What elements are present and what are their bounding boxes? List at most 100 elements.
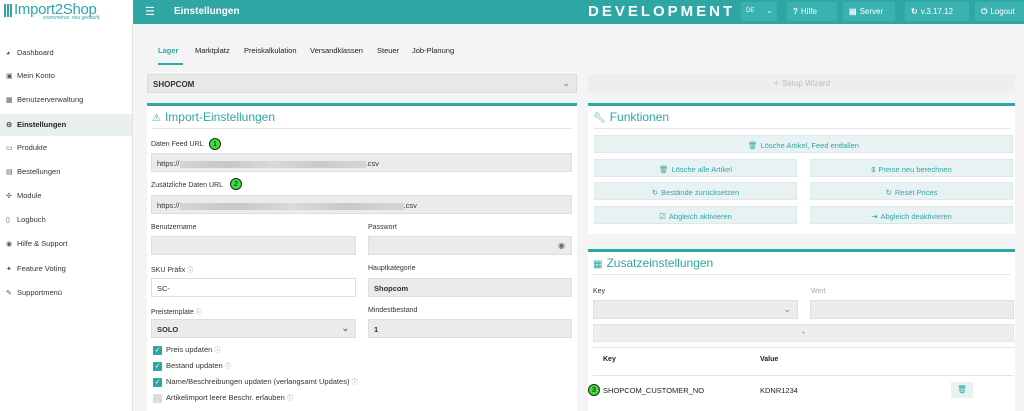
help-button[interactable]: ? Hilfe [787, 2, 837, 21]
feed-url-input[interactable]: https:// .csv [151, 153, 572, 172]
version-button[interactable]: ↻ v.3.17.12 [905, 2, 969, 21]
tab-lager[interactable]: Lager [158, 43, 183, 65]
checkbox-label: Name/Beschreibungen updaten (verlangsamt… [166, 377, 350, 386]
sidebar-item-mein-konto[interactable]: ▣ Mein Konto [0, 65, 132, 87]
activate-sync-button[interactable]: ☑ Abgleich aktivieren [594, 206, 797, 224]
sku-prefix-input[interactable]: SC- [151, 278, 356, 297]
server-label: Server [859, 7, 884, 16]
setup-wizard-button[interactable]: ✧ Setup Wizard [588, 74, 1015, 93]
username-input[interactable] [151, 236, 356, 255]
divider [593, 274, 1010, 275]
sidebar-item-dashboard[interactable]: ◕ Dashboard [0, 42, 132, 64]
main-category-input[interactable]: Shopcom [368, 278, 572, 297]
sidebar-item-bestellungen[interactable]: ▤ Bestellungen [0, 161, 132, 183]
button-label: Lösche Artikel, Feed entfallen [760, 141, 859, 150]
log-icon: ▯ [6, 217, 10, 224]
username-label: Benutzername [151, 224, 197, 231]
add-setting-button[interactable]: + [593, 324, 1014, 342]
annotation-marker-3: 3 [588, 384, 600, 396]
chevron-down-icon: ⌄ [783, 304, 791, 314]
delete-all-articles-button[interactable]: 🗑︎ Lösche alle Artikel [594, 159, 797, 177]
tab-preiskalkulation[interactable]: Preiskalkulation [244, 43, 297, 65]
trash-icon: 🗑︎ [659, 165, 669, 174]
info-icon: ⓘ [187, 268, 194, 274]
min-stock-input[interactable]: 1 [368, 319, 572, 338]
extra-url-input[interactable]: https:// .csv [151, 195, 572, 214]
page-title: Einstellungen [174, 6, 240, 17]
checkbox-unchecked-icon [153, 393, 162, 403]
trash-icon: 🗑︎ [748, 141, 758, 150]
shop-select[interactable]: SHOPCOM ⌄ [147, 74, 577, 93]
password-input[interactable]: ◉ [368, 236, 572, 255]
delete-row-button[interactable]: 🗑︎ [951, 382, 973, 398]
checkbox-label: Preis updaten [166, 345, 213, 354]
checkbox-label: Artikelimport leere Beschr. erlauben [166, 393, 285, 402]
logo-tagline: ecommerce. neu gedacht. [43, 15, 101, 21]
environment-label: DEVELOPMENT [588, 3, 736, 20]
checkbox-bestand-updaten[interactable]: ✓ Bestand updaten ⓘ [153, 361, 231, 371]
sidebar-item-label: Supportmenü [17, 288, 63, 297]
sidebar-item-logbuch[interactable]: ▯ Logbuch [0, 209, 132, 231]
sidebar-item-produkte[interactable]: ▭ Produkte [0, 137, 132, 159]
annotation-marker-2: 2 [230, 178, 242, 190]
price-template-select[interactable]: SOLO ⌄ [151, 319, 356, 338]
sidebar-item-label: Einstellungen [17, 120, 67, 129]
tab-job-planung[interactable]: Job-Planung [412, 43, 454, 65]
server-icon: ▤ [849, 7, 857, 16]
logout-button[interactable]: ⏻ Logout [975, 2, 1024, 21]
value-input[interactable] [810, 300, 1014, 319]
extra-settings-title: ▦ Zusatzeinstellungen [593, 256, 713, 270]
gear-icon: ⚙ [6, 122, 13, 129]
language-select[interactable]: DE ⌄ [741, 2, 777, 21]
extra-url-prefix: https:// [157, 201, 180, 210]
product-icon: ▭ [6, 145, 13, 152]
wrench-icon: ✎ [6, 290, 12, 297]
database-icon: ▦ [593, 259, 603, 270]
sidebar-item-hilfe-support[interactable]: ◉ Hilfe & Support [0, 233, 132, 255]
checkbox-preis-updaten[interactable]: ✓ Preis updaten ⓘ [153, 345, 220, 355]
tab-versandklassen[interactable]: Versandklassen [310, 43, 363, 65]
menu-toggle-icon[interactable]: ☰ [145, 5, 155, 18]
deactivate-sync-button[interactable]: ⇥ Abgleich deaktivieren [810, 206, 1013, 224]
check-square-icon: ☑ [659, 212, 666, 221]
server-button[interactable]: ▤ Server [843, 2, 895, 21]
info-icon: ⓘ [214, 348, 221, 354]
sidebar-item-feature-voting[interactable]: ✦ Feature Voting [0, 258, 132, 280]
checkbox-name-beschreibungen[interactable]: ✓ Name/Beschreibungen updaten (verlangsam… [153, 377, 358, 387]
checkbox-leere-beschreibung[interactable]: Artikelimport leere Beschr. erlauben ⓘ [153, 393, 293, 403]
main-category-label: Hauptkategorie [368, 265, 416, 272]
help-label: Hilfe [800, 7, 817, 16]
delete-feed-articles-button[interactable]: 🗑︎ Lösche Artikel, Feed entfallen [594, 135, 1013, 153]
key-select[interactable]: ⌄ [593, 300, 798, 319]
min-stock-label: Mindestbestand [368, 307, 418, 314]
sidebar-item-benutzerverwaltung[interactable]: ▦ Benutzerverwaltung [0, 89, 132, 111]
sku-label-text: SKU Präfix [151, 267, 186, 274]
sidebar-item-label: Feature Voting [17, 264, 66, 273]
table-header-value: Value [760, 356, 779, 363]
top-bar: Import2Shop ecommerce. neu gedacht. ☰ Ei… [0, 0, 1024, 24]
recalculate-prices-button[interactable]: $ Preise neu berechnen [810, 159, 1013, 177]
logout-label: Logout [990, 7, 1015, 16]
sidebar-item-supportmenu[interactable]: ✎ Supportmenü [0, 282, 132, 304]
reset-stock-button[interactable]: ↻ Bestände zurücksetzen [594, 182, 797, 200]
info-icon: ⓘ [195, 310, 202, 316]
functions-title: 🔧︎ Funktionen [593, 110, 669, 124]
eye-icon[interactable]: ◉ [558, 241, 565, 250]
table-cell-value: KDNR1234 [760, 386, 798, 395]
dashboard-icon: ◕ [6, 50, 11, 57]
extra-url-label: Zusätzliche Daten URL [151, 182, 223, 189]
sidebar-item-module[interactable]: ✣ Module [0, 185, 132, 207]
button-label: Preise neu berechnen [878, 165, 952, 174]
checkbox-checked-icon: ✓ [153, 361, 162, 371]
version-label: v.3.17.12 [920, 7, 954, 16]
chevron-down-icon: ⌄ [766, 6, 773, 15]
tab-marktplatz[interactable]: Marktplatz [195, 43, 230, 65]
sidebar-item-einstellungen[interactable]: ⚙ Einstellungen [0, 114, 132, 136]
reset-prices-button[interactable]: ↻ Reset Prices [810, 182, 1013, 200]
chevron-down-icon: ⌄ [341, 323, 349, 333]
button-label: Bestände zurücksetzen [661, 188, 740, 197]
app-logo[interactable]: Import2Shop ecommerce. neu gedacht. [0, 0, 133, 24]
sign-out-icon: ⇥ [871, 212, 878, 221]
users-icon: ▦ [6, 97, 13, 104]
tab-steuer[interactable]: Steuer [377, 43, 399, 65]
